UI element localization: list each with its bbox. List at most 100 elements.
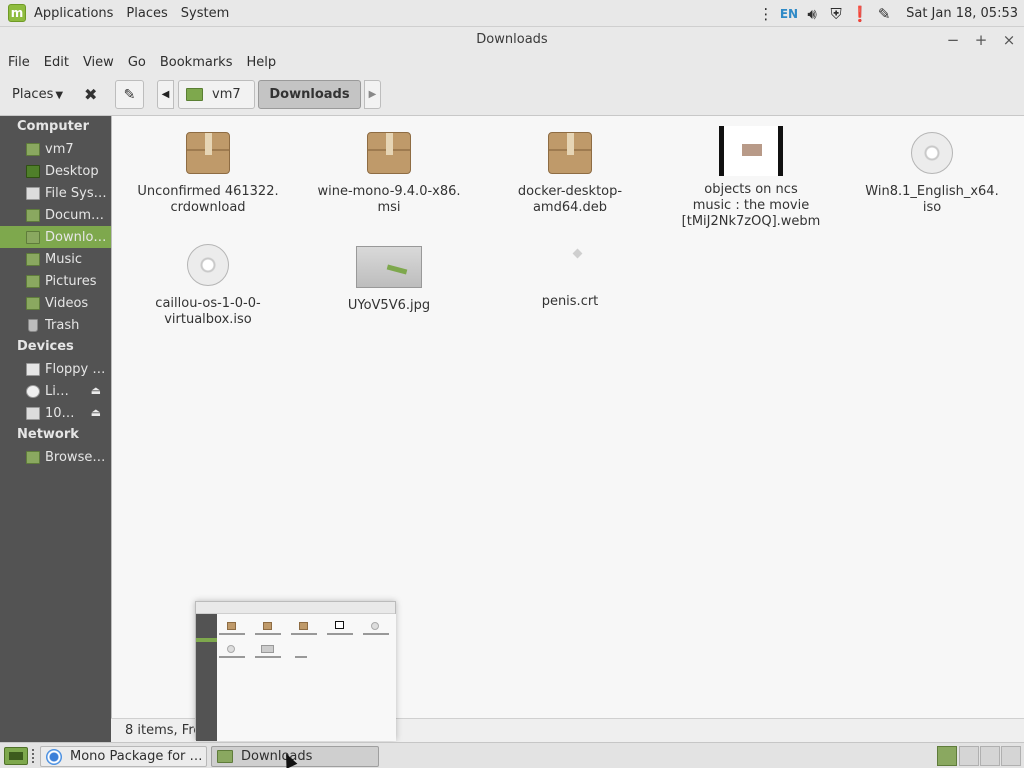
- file-item[interactable]: Unconfirmed 461322. crdownload: [123, 130, 293, 216]
- file-item[interactable]: objects on ncs music : the movie [tMiJ2N…: [666, 126, 836, 230]
- toolbar: Places ▼ ✖ ✎ ◀ vm7 Downloads ▶: [0, 73, 1024, 116]
- sidebar-item-label: Floppy …: [45, 361, 106, 377]
- sidebar-item-label: Videos: [45, 295, 89, 311]
- update-clipboard-icon[interactable]: ❗: [850, 4, 870, 24]
- clock[interactable]: Sat Jan 18, 05:53: [906, 6, 1018, 21]
- sidebar-item-disc[interactable]: Li… ⏏: [0, 380, 111, 402]
- places-dropdown[interactable]: Places ▼: [12, 87, 63, 102]
- close-button[interactable]: ×: [1002, 31, 1016, 49]
- sidebar-item-label: Downlo…: [45, 229, 107, 245]
- arrow-left-icon: ◀: [161, 89, 170, 100]
- trash-icon: [28, 318, 38, 332]
- minimize-button[interactable]: −: [946, 31, 960, 49]
- package-icon: [547, 132, 593, 178]
- show-desktop-icon[interactable]: [4, 747, 28, 765]
- volume-icon[interactable]: 🔊︎: [802, 4, 822, 24]
- window-controls: − + ×: [946, 27, 1016, 52]
- floppy-icon: [26, 362, 40, 376]
- sidebar-item-label: Browse …: [45, 449, 107, 465]
- shield-icon[interactable]: ⛨: [826, 4, 846, 24]
- folder-icon: [26, 296, 40, 310]
- file-name: UYoV5V6.jpg: [347, 298, 431, 313]
- path-scroll-right-button[interactable]: ▶: [364, 80, 381, 109]
- sidebar-heading-computer: Computer: [17, 119, 90, 134]
- sidebar-item-documents[interactable]: Docum…: [0, 204, 111, 226]
- sidebar-item-label: Pictures: [45, 273, 97, 289]
- menu-help[interactable]: Help: [246, 55, 276, 70]
- system-tray: ⋮ EN 🔊︎ ⛨ ❗ ✎ Sat Jan 18, 05:53: [756, 0, 1018, 27]
- preview-label: [295, 656, 307, 658]
- sidebar-item-vm7[interactable]: vm7: [0, 138, 111, 160]
- workspace-3[interactable]: [980, 746, 1000, 766]
- workspace-1[interactable]: [937, 746, 957, 766]
- file-item[interactable]: wine-mono-9.4.0-x86. msi: [304, 130, 474, 216]
- breadcrumb-home[interactable]: vm7: [178, 80, 255, 109]
- sidebar-item-desktop[interactable]: Desktop: [0, 160, 111, 182]
- preview-disc-icon: [227, 645, 235, 653]
- sidebar-item-downloads[interactable]: Downlo…: [0, 226, 111, 248]
- preview-image-icon: [261, 645, 274, 653]
- sidebar-item-volume[interactable]: 10… ⏏: [0, 402, 111, 424]
- chevron-down-icon: ▼: [55, 90, 64, 101]
- sidebar-item-pictures[interactable]: Pictures: [0, 270, 111, 292]
- system-menu[interactable]: System: [181, 6, 238, 21]
- file-item[interactable]: caillou-os-1-0-0- virtualbox.iso: [123, 242, 293, 328]
- preview-package-icon: [263, 622, 272, 630]
- preview-label: [219, 633, 245, 635]
- preview-sidebar: [196, 614, 217, 741]
- eject-icon[interactable]: ⏏: [91, 384, 101, 397]
- menu-file[interactable]: File: [8, 55, 30, 70]
- grip-icon: ⋮: [758, 4, 774, 23]
- menu-view[interactable]: View: [83, 55, 114, 70]
- sidebar-item-music[interactable]: Music: [0, 248, 111, 270]
- keyboard-layout-indicator[interactable]: EN: [780, 4, 798, 24]
- close-sidebar-icon[interactable]: ✖: [84, 85, 97, 104]
- places-menu[interactable]: Places: [126, 6, 176, 21]
- bottom-panel: Mono Package for … Downloads: [0, 742, 1024, 768]
- sidebar-item-trash[interactable]: Trash: [0, 314, 111, 336]
- menubar: File Edit View Go Bookmarks Help: [0, 52, 1024, 73]
- maximize-button[interactable]: +: [974, 31, 988, 49]
- mint-menu-icon[interactable]: m: [8, 4, 26, 22]
- taskbar-item-browser[interactable]: Mono Package for …: [40, 746, 207, 767]
- path-scroll-left-button[interactable]: ◀: [157, 80, 174, 109]
- sidebar-item-filesystem[interactable]: File Syst…: [0, 182, 111, 204]
- applications-menu[interactable]: Applications: [34, 6, 122, 21]
- sidebar-item-label: Music: [45, 251, 82, 267]
- sidebar-item-label: vm7: [45, 141, 74, 157]
- network-plug-icon[interactable]: ✎: [874, 4, 894, 24]
- window-titlebar[interactable]: Downloads − + ×: [0, 27, 1024, 52]
- sidebar-item-videos[interactable]: Videos: [0, 292, 111, 314]
- pencil-icon: ✎: [123, 86, 136, 103]
- window-preview-thumbnail[interactable]: [195, 601, 396, 741]
- file-item[interactable]: docker-desktop- amd64.deb: [485, 130, 655, 216]
- file-item[interactable]: Win8.1_English_x64. iso: [847, 130, 1017, 216]
- menu-bookmarks[interactable]: Bookmarks: [160, 55, 233, 70]
- preview-package-icon: [299, 622, 308, 630]
- file-item[interactable]: penis.crt: [485, 242, 655, 310]
- sidebar-item-floppy[interactable]: Floppy …: [0, 358, 111, 380]
- breadcrumb-home-label: vm7: [212, 87, 241, 102]
- preview-label: [363, 633, 389, 635]
- sidebar-item-label: File Syst…: [45, 185, 107, 201]
- sidebar-heading-devices: Devices: [17, 339, 74, 354]
- toggle-location-entry-button[interactable]: ✎: [115, 80, 144, 109]
- file-name: docker-desktop- amd64.deb: [517, 184, 623, 215]
- menu-go[interactable]: Go: [128, 55, 146, 70]
- drive-icon: [26, 186, 40, 200]
- workspace-2[interactable]: [959, 746, 979, 766]
- folder-icon: [217, 750, 233, 763]
- file-item[interactable]: UYoV5V6.jpg: [304, 242, 474, 314]
- sidebar-item-browse-network[interactable]: Browse …: [0, 446, 111, 468]
- package-icon: [366, 132, 412, 178]
- preview-package-icon: [227, 622, 236, 630]
- places-sidebar: Computer vm7 Desktop File Syst… Docum… D…: [0, 116, 111, 742]
- chrome-icon: [46, 748, 62, 765]
- preview-label: [255, 633, 281, 635]
- breadcrumb-current[interactable]: Downloads: [258, 80, 361, 109]
- eject-icon[interactable]: ⏏: [91, 406, 101, 419]
- disc-icon: [26, 384, 40, 398]
- menu-edit[interactable]: Edit: [44, 55, 69, 70]
- file-name: penis.crt: [541, 294, 599, 309]
- workspace-4[interactable]: [1001, 746, 1021, 766]
